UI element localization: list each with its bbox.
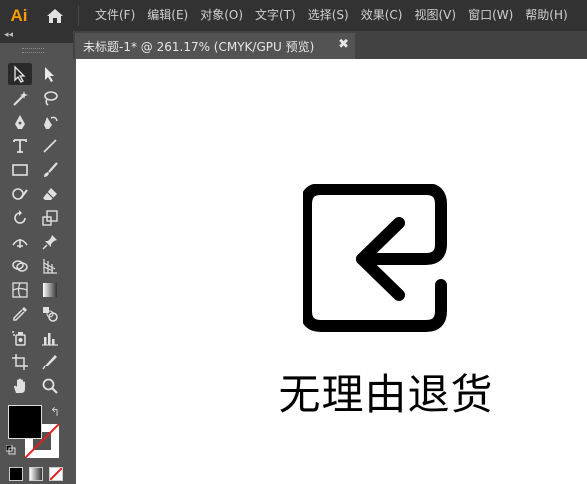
zoom-magnifier-icon — [42, 378, 58, 394]
menu-type[interactable]: 文字(T) — [249, 0, 302, 31]
slice-knife-icon — [42, 355, 57, 370]
line-segment-tool[interactable] — [38, 135, 62, 157]
width-icon — [12, 239, 28, 248]
mesh-tool[interactable] — [8, 279, 32, 301]
gradient-mode-button[interactable] — [29, 467, 43, 481]
home-icon — [47, 8, 63, 23]
bar-graph-icon — [42, 333, 58, 346]
mesh-icon — [12, 282, 28, 298]
default-colors-icon[interactable] — [6, 445, 16, 455]
tools-panel-header: ◂◂ — [0, 30, 73, 43]
document-tab[interactable]: 未标题-1* @ 261.17% (CMYK/GPU 预览) ✖ — [75, 33, 355, 59]
fill-color-swatch[interactable] — [8, 405, 42, 439]
swap-fill-stroke-icon[interactable]: ↰ — [50, 405, 60, 419]
app-logo: Ai — [10, 5, 28, 25]
panel-grip[interactable] — [22, 48, 44, 53]
magic-wand-icon — [13, 91, 28, 106]
symbol-sprayer-tool[interactable] — [8, 327, 32, 349]
perspective-grid-icon — [43, 259, 57, 274]
hand-icon — [14, 378, 25, 393]
line-icon — [43, 139, 57, 153]
pen-icon — [15, 115, 25, 129]
home-button[interactable] — [40, 0, 70, 31]
menu-edit[interactable]: 编辑(E) — [141, 0, 194, 31]
curvature-pen-icon — [44, 116, 58, 129]
menu-view[interactable]: 视图(V) — [408, 0, 462, 31]
tools-panel: ◂◂ ↰ — [0, 30, 73, 484]
menu-file[interactable]: 文件(F) — [89, 0, 141, 31]
eraser-tool[interactable] — [38, 183, 62, 205]
selection-tool[interactable] — [8, 63, 32, 85]
zoom-tool[interactable] — [38, 375, 62, 397]
document-tab-title: 未标题-1* @ 261.17% (CMYK/GPU 预览) — [83, 39, 315, 54]
return-arrow-icon[interactable] — [303, 184, 453, 334]
lasso-icon — [44, 91, 58, 106]
rotate-icon — [14, 210, 26, 224]
artboard-tool[interactable] — [8, 351, 32, 373]
none-slash-icon — [50, 468, 62, 480]
shape-builder-icon — [12, 260, 28, 272]
close-icon[interactable]: ✖ — [338, 37, 349, 52]
blend-tool[interactable] — [38, 303, 62, 325]
color-mode-button[interactable] — [9, 467, 23, 481]
gradient-icon — [43, 283, 57, 297]
column-graph-tool[interactable] — [38, 327, 62, 349]
paintbrush-tool[interactable] — [38, 159, 62, 181]
magic-wand-tool[interactable] — [8, 87, 32, 109]
pushpin-icon — [42, 235, 57, 250]
selection-arrow-icon — [14, 65, 26, 83]
width-tool[interactable] — [8, 231, 32, 253]
menu-window[interactable]: 窗口(W) — [462, 0, 519, 31]
lasso-tool[interactable] — [38, 87, 62, 109]
rectangle-tool[interactable] — [8, 159, 32, 181]
eyedropper-icon — [13, 307, 27, 321]
menu-help[interactable]: 帮助(H) — [519, 0, 573, 31]
type-t-icon — [13, 139, 27, 153]
direct-selection-icon — [45, 67, 54, 82]
blend-icon — [43, 307, 58, 322]
curvature-tool[interactable] — [38, 111, 62, 133]
artboard-icon — [12, 354, 28, 370]
symbol-sprayer-icon — [12, 331, 26, 346]
rotate-tool[interactable] — [8, 207, 32, 229]
eyedropper-tool[interactable] — [8, 303, 32, 325]
shape-builder-tool[interactable] — [8, 255, 32, 277]
paintbrush-icon — [44, 162, 58, 177]
menu-effect[interactable]: 效果(C) — [355, 0, 409, 31]
menu-object[interactable]: 对象(O) — [194, 0, 249, 31]
gradient-tool[interactable] — [38, 279, 62, 301]
menu-select[interactable]: 选择(S) — [302, 0, 355, 31]
artboard-canvas[interactable]: 无理由退货 — [76, 59, 587, 484]
rectangle-icon — [12, 164, 28, 176]
puppet-warp-tool[interactable] — [38, 231, 62, 253]
eraser-icon — [43, 188, 57, 200]
shaper-icon — [12, 188, 28, 200]
type-tool[interactable] — [8, 135, 32, 157]
hand-tool[interactable] — [8, 375, 32, 397]
menu-bar: Ai 文件(F) 编辑(E) 对象(O) 文字(T) 选择(S) 效果(C) 视… — [0, 0, 587, 31]
document-tab-bar: 未标题-1* @ 261.17% (CMYK/GPU 预览) ✖ — [73, 31, 587, 59]
perspective-grid-tool[interactable] — [38, 255, 62, 277]
direct-selection-tool[interactable] — [38, 63, 62, 85]
scale-icon — [42, 210, 58, 226]
slice-tool[interactable] — [38, 351, 62, 373]
pen-tool[interactable] — [8, 111, 32, 133]
collapse-icon[interactable]: ◂◂ — [4, 30, 13, 40]
scale-tool[interactable] — [38, 207, 62, 229]
shaper-tool[interactable] — [8, 183, 32, 205]
menu-divider — [78, 5, 79, 26]
none-mode-button[interactable] — [49, 467, 63, 481]
artwork-caption-text[interactable]: 无理由退货 — [276, 361, 496, 422]
